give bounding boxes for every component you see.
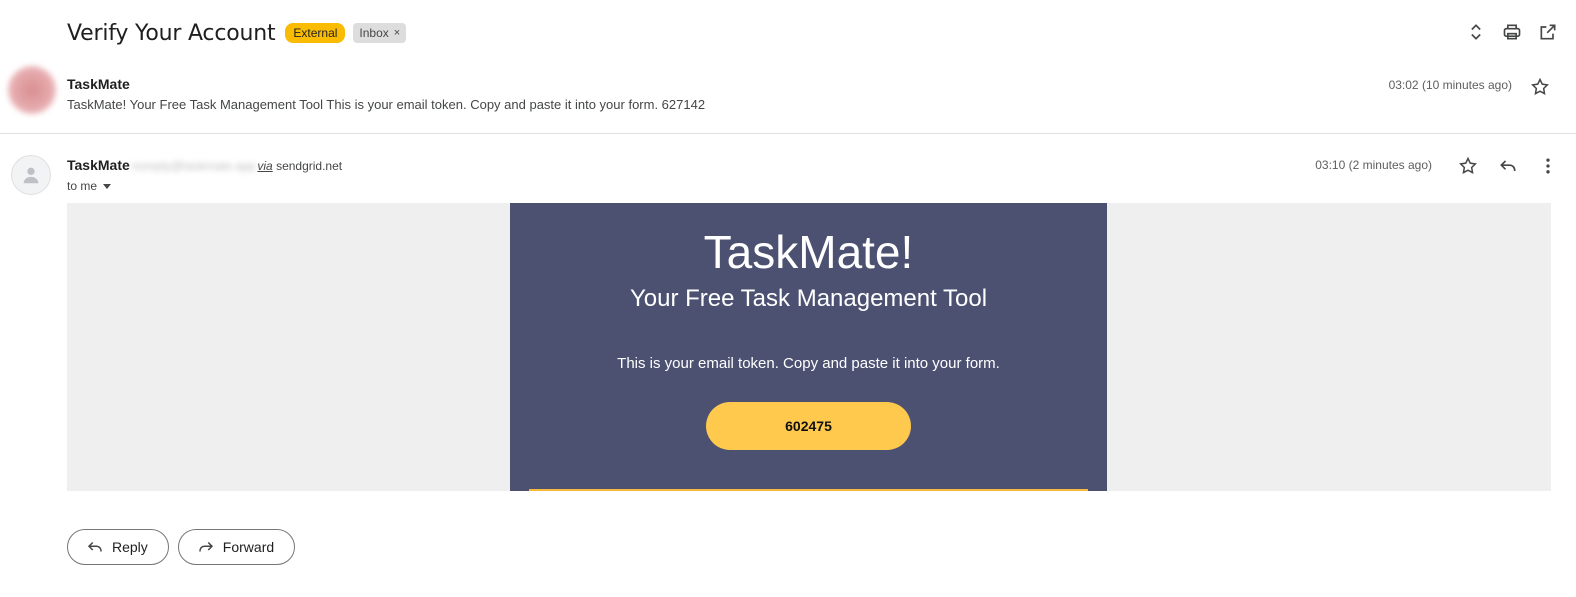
- sender-email: noreply@taskmate.app: [131, 159, 256, 173]
- reply-button[interactable]: Reply: [67, 529, 169, 565]
- token-code: 602475: [706, 402, 911, 450]
- message-actions: [1458, 156, 1558, 176]
- email-title: TaskMate!: [703, 226, 914, 278]
- print-icon[interactable]: [1502, 22, 1522, 42]
- email-instruction: This is your email token. Copy and paste…: [617, 355, 1000, 372]
- forward-icon: [199, 541, 213, 552]
- message-time: 03:10 (2 minutes ago): [1315, 158, 1432, 172]
- open-in-new-window-icon[interactable]: [1538, 22, 1558, 42]
- thread-subject: Verify Your Account: [67, 20, 276, 46]
- sender-row: TaskMate noreply@taskmate.app via sendgr…: [67, 157, 342, 173]
- recipient-details-toggle[interactable]: to me: [67, 179, 112, 193]
- inbox-label[interactable]: Inbox ×: [353, 23, 407, 43]
- default-avatar: [11, 155, 51, 195]
- reply-label: Reply: [112, 539, 148, 555]
- recipient-label: to me: [67, 179, 98, 193]
- sender-name: TaskMate: [67, 157, 130, 173]
- thread-toolbar: [1466, 22, 1558, 42]
- via-info: via sendgrid.net: [257, 159, 342, 173]
- external-badge: External: [285, 23, 346, 43]
- email-subtitle: Your Free Task Management Tool: [629, 285, 988, 312]
- email-card: TaskMate! Your Free Task Management Tool…: [510, 203, 1107, 491]
- chevron-down-icon: [103, 183, 112, 189]
- email-body: TaskMate! Your Free Task Management Tool…: [67, 203, 1551, 491]
- subject-row: Verify Your Account External Inbox ×: [67, 16, 407, 50]
- divider: [529, 489, 1088, 491]
- reply-icon[interactable]: [1498, 156, 1518, 176]
- collapsed-message[interactable]: TaskMate TaskMate! Your Free Task Manage…: [0, 62, 1576, 134]
- collapsed-time: 03:02 (10 minutes ago): [1388, 78, 1512, 92]
- expand-all-icon[interactable]: [1466, 22, 1486, 42]
- inbox-label-text: Inbox: [359, 26, 389, 40]
- more-options-icon[interactable]: [1538, 156, 1558, 176]
- star-icon[interactable]: [1458, 156, 1478, 176]
- reply-icon: [87, 541, 102, 552]
- via-link[interactable]: via: [257, 159, 272, 173]
- collapsed-snippet: TaskMate! Your Free Task Management Tool…: [67, 97, 706, 112]
- via-domain: sendgrid.net: [276, 159, 343, 173]
- star-icon[interactable]: [1530, 77, 1550, 97]
- collapsed-sender: TaskMate: [67, 76, 130, 92]
- remove-label-icon[interactable]: ×: [394, 27, 400, 39]
- forward-label: Forward: [222, 539, 275, 555]
- forward-button[interactable]: Forward: [177, 529, 296, 565]
- sender-avatar: [8, 66, 56, 114]
- reply-actions: Reply Forward: [67, 529, 296, 565]
